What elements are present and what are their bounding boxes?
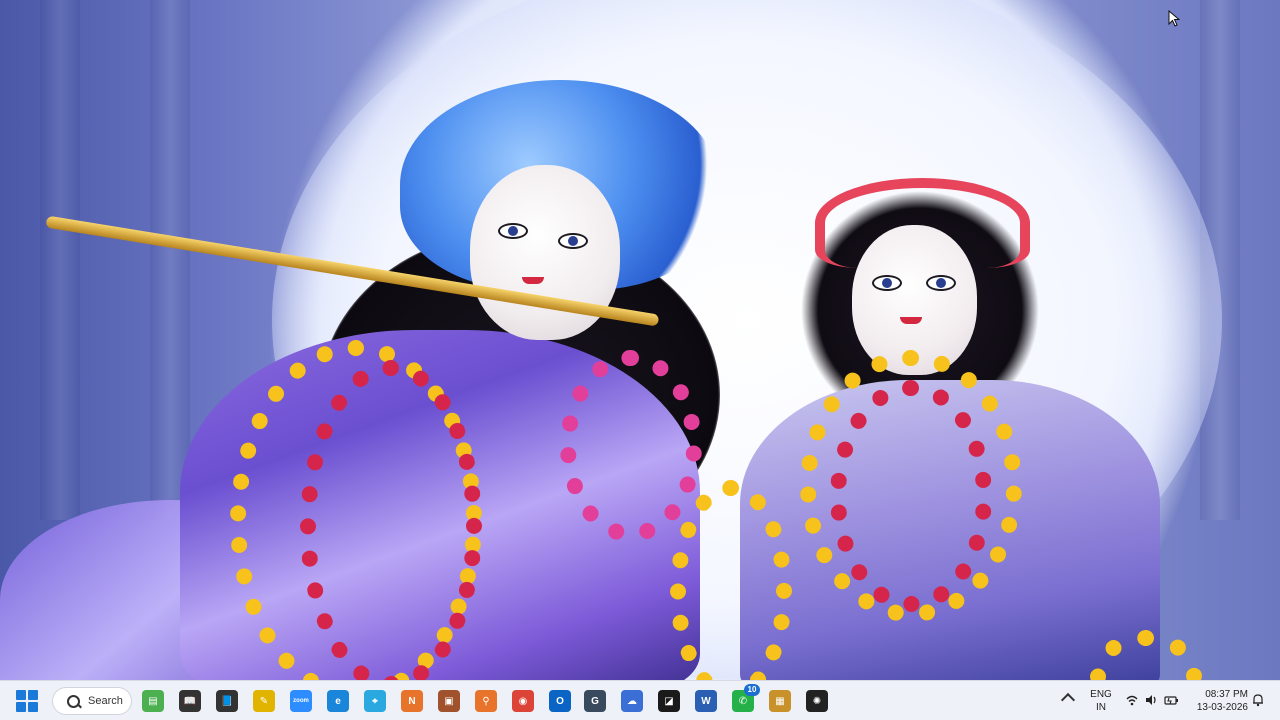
chatgpt-icon[interactable]: ✺ — [806, 690, 828, 712]
app-glyph: ▦ — [775, 695, 785, 707]
notepad-plus-icon[interactable]: ▤ — [142, 690, 164, 712]
radha-eye — [872, 275, 902, 291]
radha-flower-crown — [815, 178, 1030, 268]
orange-n-icon[interactable]: N — [401, 690, 423, 712]
system-clock[interactable]: 08:37 PM 13-03-2026 — [1186, 688, 1248, 714]
mouse-cursor-icon — [1168, 10, 1180, 27]
app-glyph: zoom — [293, 698, 309, 704]
game-app-icon[interactable]: ▦ — [769, 690, 791, 712]
outlook-icon[interactable]: O — [549, 690, 571, 712]
language-indicator[interactable]: ENG IN — [1087, 688, 1115, 714]
book-app-icon[interactable]: 📘 — [216, 690, 238, 712]
desktop-wallpaper — [0, 0, 1280, 680]
volume-icon[interactable] — [1144, 693, 1158, 707]
language-code: ENG — [1090, 689, 1112, 700]
zoom-icon[interactable]: zoom — [290, 690, 312, 712]
garland — [830, 380, 992, 612]
radha-lips — [900, 317, 922, 324]
search-icon — [67, 694, 80, 708]
cloud-app-icon[interactable]: ☁ — [621, 690, 643, 712]
clock-time: 08:37 PM — [1205, 689, 1248, 700]
clock-date: 13-03-2026 — [1196, 702, 1248, 713]
windows-start-icon[interactable] — [16, 690, 38, 712]
krishna-eye — [498, 223, 528, 239]
taskbar: Search ▤ 📖 📘 ✎ zoom e ⌖ N ▣ ⚲ ◉ O G ☁ ◪ W ✆ 10 ▦ ✺ ENG IN 0… — [0, 680, 1280, 720]
curtain-fold — [40, 0, 80, 520]
radha-eye — [926, 275, 956, 291]
search-label: Search — [88, 695, 123, 707]
app-glyph: 📘 — [220, 695, 234, 707]
book-reader-icon[interactable]: 📖 — [179, 690, 201, 712]
app-glyph: ✺ — [812, 695, 822, 707]
curtain-fold — [150, 0, 190, 520]
app-glyph: 📖 — [183, 695, 197, 707]
wifi-icon[interactable] — [1125, 693, 1139, 707]
app-glyph: ▣ — [444, 695, 454, 707]
app-glyph: ✎ — [259, 695, 269, 707]
yellow-pen-icon[interactable]: ✎ — [253, 690, 275, 712]
app-glyph: O — [556, 695, 564, 707]
krishna-eye — [558, 233, 588, 249]
region-code: IN — [1096, 702, 1106, 713]
edge-icon[interactable]: e — [327, 690, 349, 712]
app-glyph: ✆ — [738, 695, 748, 707]
photo-app-icon[interactable]: ▣ — [438, 690, 460, 712]
app-glyph: W — [701, 695, 711, 707]
g-app-icon[interactable]: G — [584, 690, 606, 712]
garland — [300, 360, 482, 680]
app-glyph: ☁ — [627, 695, 637, 707]
taskbar-search-box[interactable]: Search — [52, 687, 132, 715]
krishna-lips — [522, 277, 544, 284]
app-glyph: ◉ — [518, 695, 528, 707]
app-glyph: G — [591, 695, 599, 707]
dark-app-icon[interactable]: ◪ — [658, 690, 680, 712]
battery-icon[interactable] — [1164, 693, 1178, 707]
word-icon[interactable]: W — [695, 690, 717, 712]
whatsapp-unread-badge: 10 — [744, 684, 760, 696]
show-hidden-icons-chevron-icon[interactable] — [1060, 692, 1076, 708]
app-glyph: ⌖ — [372, 695, 378, 707]
chrome-icon[interactable]: ◉ — [512, 690, 534, 712]
search-tool-icon[interactable]: ⚲ — [475, 690, 497, 712]
notification-bell-icon[interactable] — [1251, 693, 1265, 707]
app-glyph: e — [335, 695, 341, 707]
app-glyph: ⚲ — [482, 695, 490, 707]
garland — [560, 350, 702, 542]
app-glyph: ◪ — [664, 695, 674, 707]
whatsapp-icon[interactable]: ✆ 10 — [732, 684, 760, 712]
app-glyph: N — [408, 695, 416, 707]
app-glyph: ▤ — [148, 695, 158, 707]
network-tool-icon[interactable]: ⌖ — [364, 690, 386, 712]
